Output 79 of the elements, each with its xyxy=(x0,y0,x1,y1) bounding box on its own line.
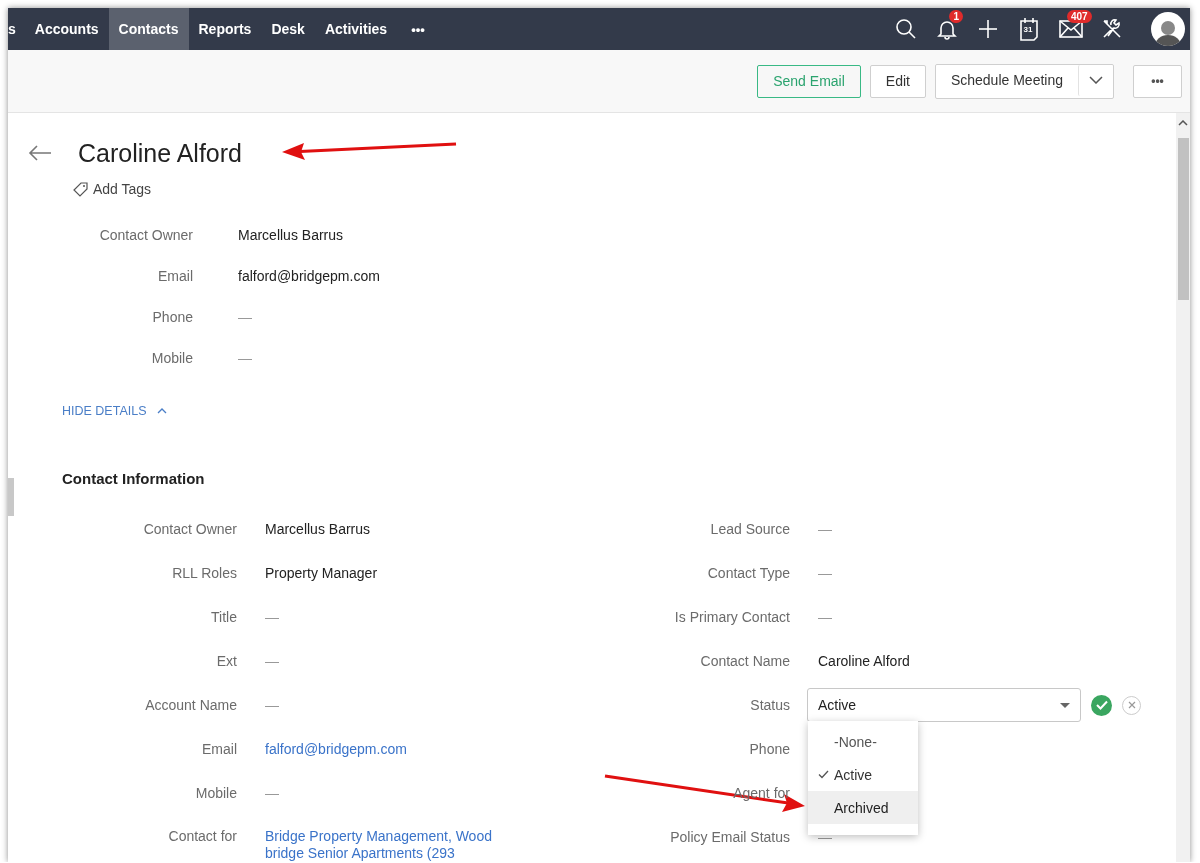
scrollbar-thumb[interactable] xyxy=(1178,138,1189,300)
caret-down-icon xyxy=(1060,702,1070,708)
caret-icon xyxy=(1089,76,1103,84)
back-arrow-icon[interactable] xyxy=(28,145,52,161)
check-icon xyxy=(818,770,829,779)
chevron-up-icon xyxy=(156,408,167,414)
check-icon xyxy=(1095,700,1108,710)
field-label: Phone xyxy=(749,741,790,757)
empty-value: — xyxy=(265,609,280,625)
field-label: Mobile xyxy=(151,349,193,366)
tools-icon[interactable] xyxy=(1101,18,1123,40)
field-value: Marcellus Barrus xyxy=(238,226,345,243)
field-label: Mobile xyxy=(195,785,237,801)
field-link[interactable]: falford@bridgepm.com xyxy=(265,741,505,757)
field-label: Contact Name xyxy=(700,653,790,669)
nav-tab[interactable]: s xyxy=(8,8,25,50)
panel-toggle-handle[interactable] xyxy=(8,478,14,516)
dropdown-caret-button[interactable] xyxy=(1078,64,1113,96)
nav-tab[interactable]: Reports xyxy=(188,8,262,50)
plus-icon[interactable] xyxy=(977,18,999,40)
confirm-button[interactable] xyxy=(1091,694,1112,716)
mail-count: 407 xyxy=(1067,10,1092,23)
nav-tab[interactable]: Desk xyxy=(261,8,315,50)
field-label: Agent for xyxy=(733,785,790,801)
more-tabs-button[interactable]: ••• xyxy=(397,8,439,50)
empty-value: — xyxy=(238,349,253,366)
notification-count: 1 xyxy=(949,10,963,23)
nav-tab[interactable]: Activities xyxy=(314,8,398,50)
close-icon xyxy=(1127,701,1136,709)
dropdown-option[interactable]: -None- xyxy=(808,725,918,758)
calendar-day: 31 xyxy=(1017,25,1039,34)
calendar-icon[interactable] xyxy=(1018,17,1040,41)
dropdown-option[interactable]: Active xyxy=(808,758,918,791)
status-select[interactable]: Active xyxy=(807,688,1081,722)
empty-value: — xyxy=(818,565,833,581)
field-label: Contact for xyxy=(168,827,237,844)
field-label: Email xyxy=(202,741,237,757)
field-label: Lead Source xyxy=(710,521,790,537)
edit-button[interactable]: Edit xyxy=(869,64,926,98)
hide-details-button[interactable]: HIDE DETAILS xyxy=(62,400,167,422)
mail-icon[interactable] xyxy=(1059,20,1083,38)
empty-value: — xyxy=(265,697,280,713)
field-value: Property Manager xyxy=(265,565,379,581)
split-button[interactable]: Schedule Meeting xyxy=(934,63,1114,99)
field-label: Contact Owner xyxy=(99,226,193,243)
empty-value: — xyxy=(818,521,833,537)
field-label: Contact Owner xyxy=(143,521,237,537)
field-label: Title xyxy=(211,609,237,625)
field-label: Contact Type xyxy=(707,565,790,581)
avatar[interactable] xyxy=(1151,12,1185,46)
bell-icon[interactable] xyxy=(936,18,958,40)
tag-icon[interactable] xyxy=(73,181,88,197)
field-label: Ext xyxy=(216,653,237,669)
empty-value: — xyxy=(818,609,833,625)
field-value: falford@bridgepm.com xyxy=(238,267,381,284)
field-value: Marcellus Barrus xyxy=(265,521,372,537)
search-icon[interactable] xyxy=(895,18,917,40)
nav-tab[interactable]: Accounts xyxy=(24,8,109,50)
empty-value: — xyxy=(265,653,280,669)
nav-tab[interactable]: Contacts xyxy=(108,8,189,50)
section-heading: Contact Information xyxy=(62,468,206,489)
field-link[interactable]: Bridge Property Management, Woodbridge Senior Apartments (293 xyxy=(265,815,493,862)
field-value: Caroline Alford xyxy=(818,653,911,669)
empty-value: — xyxy=(818,829,833,845)
field-label: Email xyxy=(158,267,193,284)
cancel-button[interactable] xyxy=(1122,695,1141,715)
scrollbar[interactable] xyxy=(1176,113,1190,862)
empty-value: — xyxy=(265,785,280,801)
field-label: RLL Roles xyxy=(172,565,237,581)
field-label: Is Primary Contact xyxy=(674,609,790,625)
empty-value: — xyxy=(238,308,253,325)
dropdown-option[interactable]: Archived xyxy=(808,791,918,824)
field-label: Account Name xyxy=(145,697,237,713)
add-tags-link[interactable]: Add Tags xyxy=(93,181,152,197)
contact-name-title: Caroline Alford xyxy=(78,138,242,168)
field-label: Phone xyxy=(152,308,193,325)
field-label: Policy Email Status xyxy=(670,829,790,845)
field-label: Status xyxy=(750,697,790,713)
more-actions-button[interactable]: ••• xyxy=(1133,64,1182,98)
